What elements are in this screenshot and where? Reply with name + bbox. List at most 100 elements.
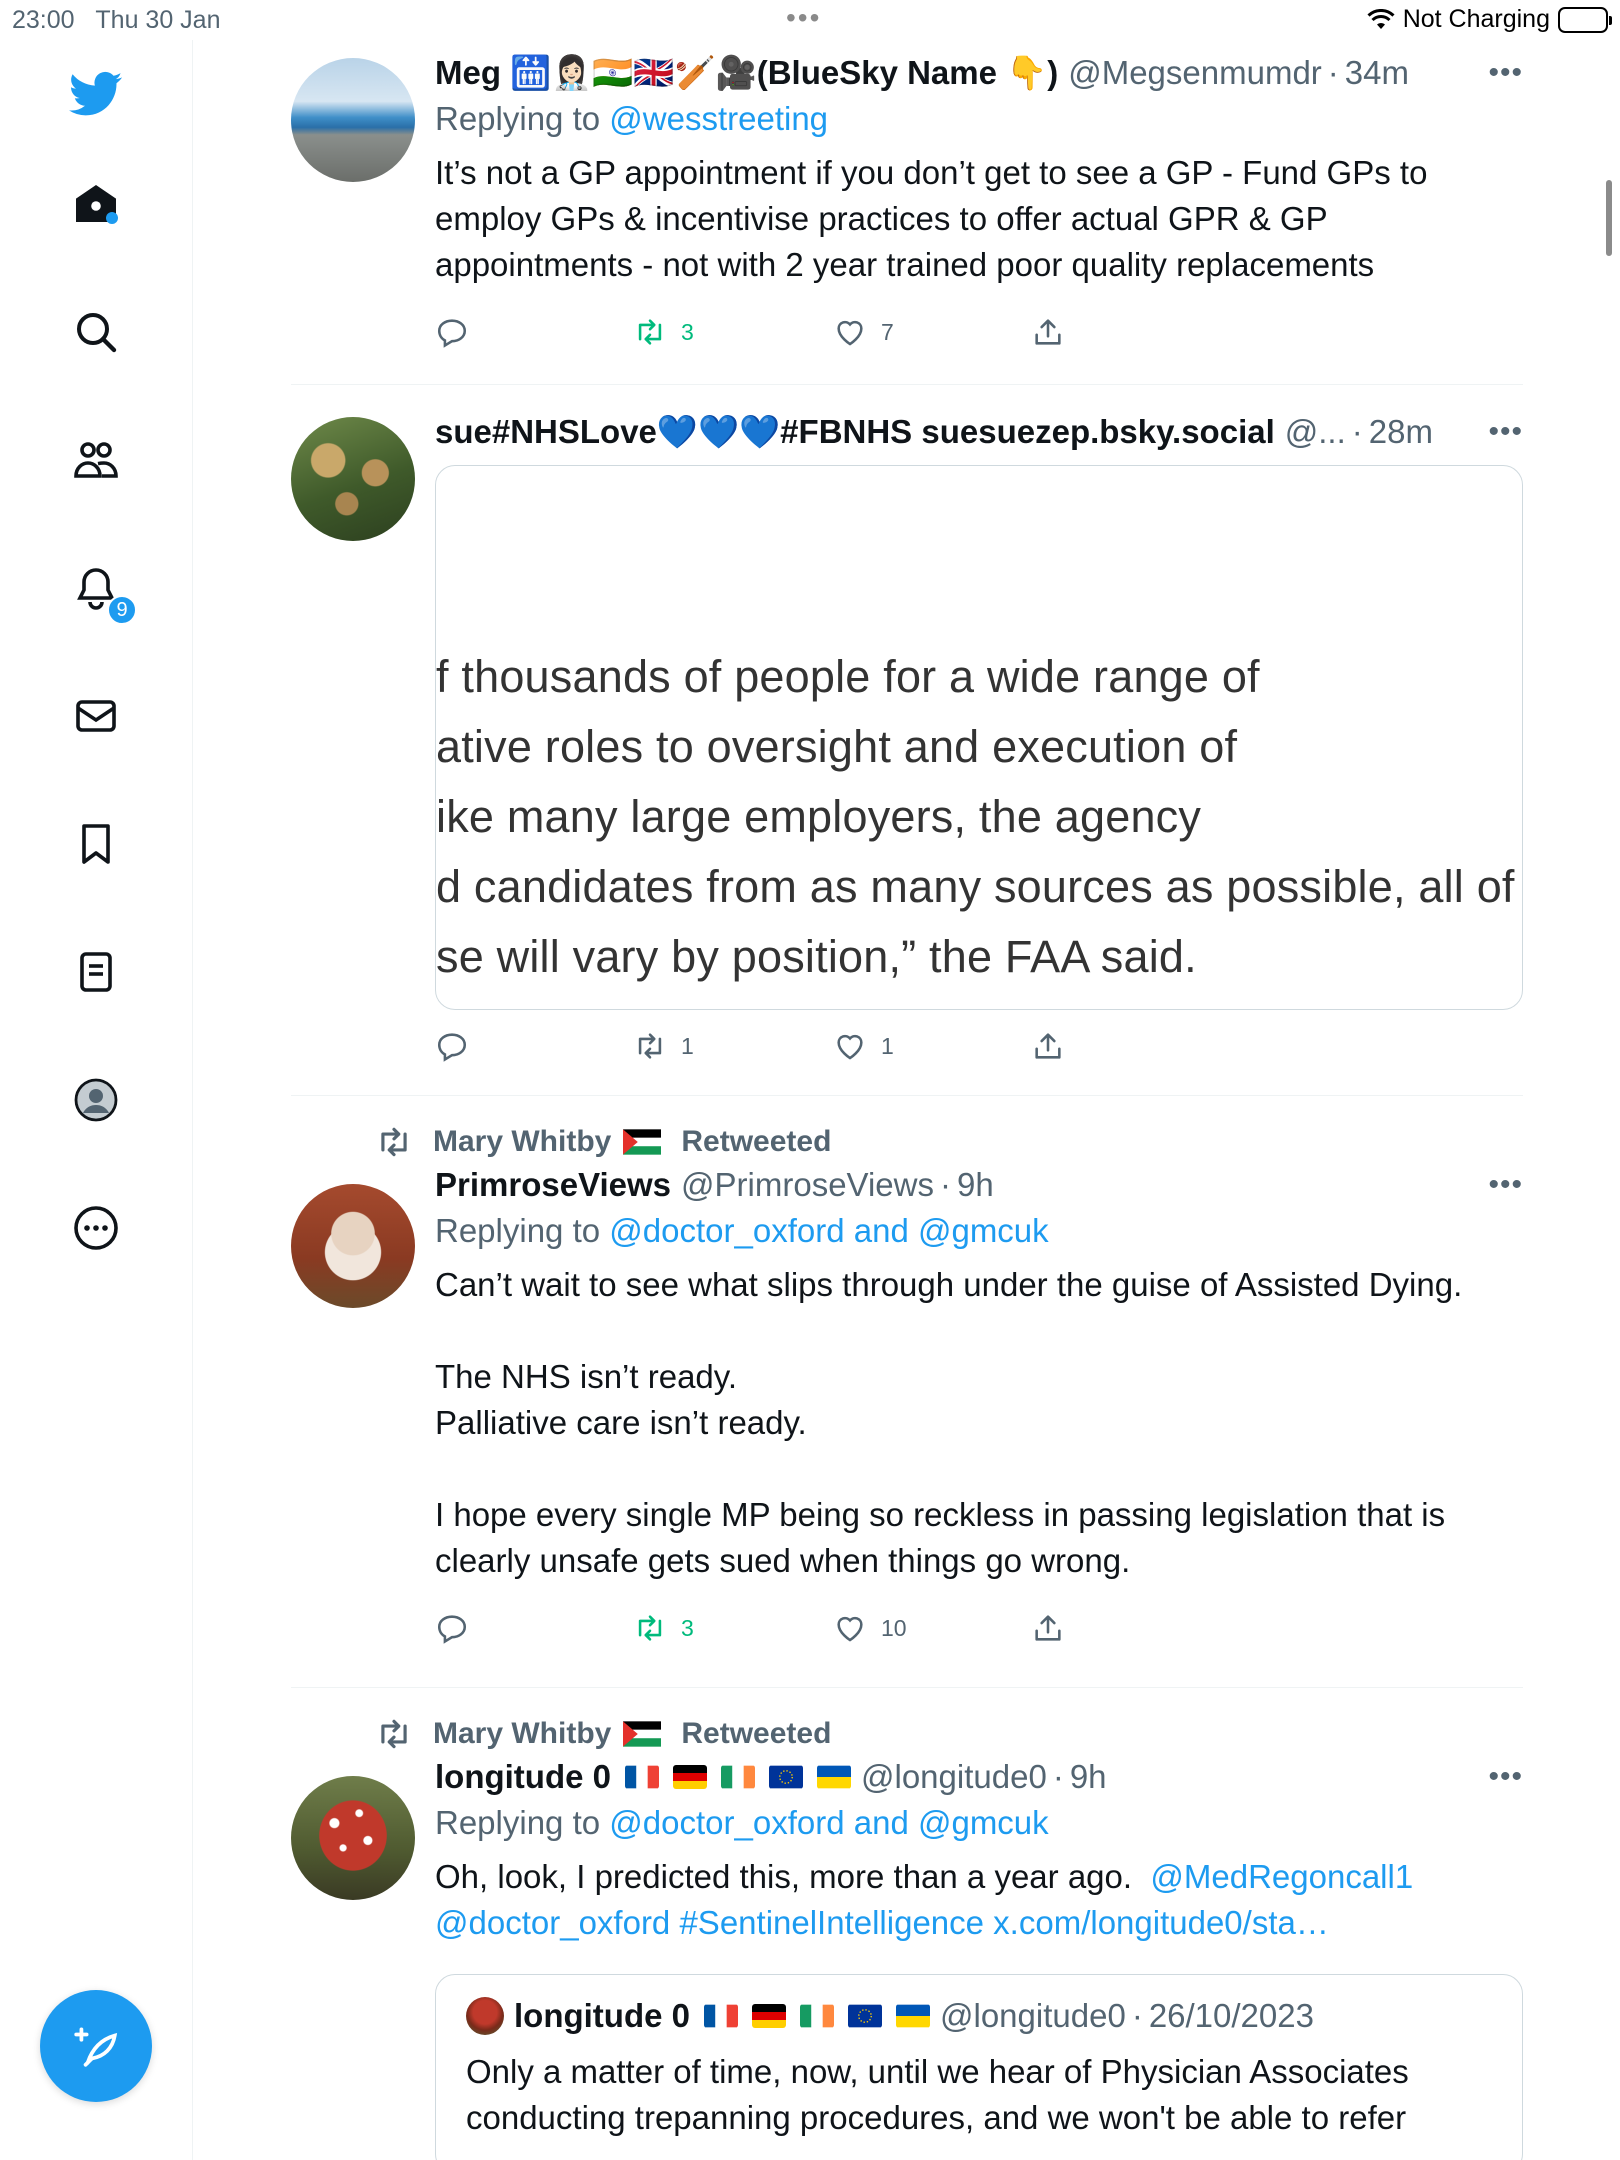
wifi-icon (1367, 8, 1395, 29)
retweet-icon (638, 1615, 662, 1641)
communities-icon[interactable] (66, 430, 126, 490)
tweet-image[interactable]: f thousands of people for a wide range o… (435, 465, 1523, 1010)
tweet-header: longitude 0 @longitude0 · 9h ••• (435, 1758, 1523, 1796)
messages-icon[interactable] (66, 686, 126, 746)
twitter-logo-icon[interactable] (66, 64, 126, 124)
like-count: 10 (881, 1614, 907, 1641)
tweet-time[interactable]: 9h (1070, 1758, 1107, 1796)
retweeted-by: Mary Whitby Retweeted (375, 1122, 1523, 1162)
tweet-more-menu[interactable]: ••• (1488, 1760, 1523, 1794)
quoted-avatar (466, 1997, 504, 2035)
lists-icon[interactable] (66, 942, 126, 1002)
charging-status: Not Charging (1402, 5, 1550, 33)
retweet-button[interactable]: 1 (633, 1029, 833, 1063)
france-flag-icon (625, 1765, 659, 1789)
retweet-count: 3 (681, 318, 694, 345)
like-button[interactable]: 7 (833, 315, 1031, 349)
reply-icon (437, 319, 467, 348)
heart-icon (837, 1616, 863, 1642)
retweet-button[interactable]: 3 (633, 1611, 833, 1645)
retweet-icon (638, 1033, 662, 1059)
search-icon[interactable] (66, 302, 126, 362)
author-name[interactable]: Meg 🛗👩🏻‍⚕️🇮🇳🇬🇧🏏🎥(BlueSky Name 👇) (435, 54, 1058, 93)
share-icon (1035, 1033, 1061, 1059)
retweeter-name[interactable]: Mary Whitby (433, 1125, 611, 1159)
replying-to-link[interactable]: @wesstreeting (609, 100, 828, 137)
avatar[interactable] (291, 417, 415, 541)
retweeter-name[interactable]: Mary Whitby (433, 1717, 611, 1751)
author-name[interactable]: sue#NHSLove💙💙💙#FBNHS suesuezep.bsky.soci… (435, 413, 1275, 452)
tweet-more-menu[interactable]: ••• (1488, 415, 1523, 449)
timeline-feed: Meg 🛗👩🏻‍⚕️🇮🇳🇬🇧🏏🎥(BlueSky Name 👇) @Megsen… (291, 40, 1523, 2160)
author-name[interactable]: longitude 0 (435, 1758, 611, 1796)
share-icon (1035, 1615, 1061, 1641)
author-handle[interactable]: @PrimroseViews (681, 1166, 934, 1204)
status-time-date: 23:00 Thu 30 Jan (12, 6, 221, 34)
tweet-time[interactable]: 34m (1345, 54, 1409, 92)
tweet[interactable]: Meg 🛗👩🏻‍⚕️🇮🇳🇬🇧🏏🎥(BlueSky Name 👇) @Megsen… (291, 40, 1523, 385)
retweeted-by: Mary Whitby Retweeted (375, 1714, 1523, 1754)
share-button[interactable] (1031, 1611, 1065, 1645)
share-button[interactable] (1031, 1029, 1065, 1063)
replying-to-link[interactable]: @doctor_oxford and @gmcuk (609, 1212, 1048, 1249)
battery-icon (1558, 6, 1612, 33)
author-handle[interactable]: @... (1285, 413, 1346, 451)
tweet[interactable]: Mary Whitby Retweeted longitude 0 @longi… (291, 1688, 1523, 2160)
share-button[interactable] (1031, 315, 1065, 349)
retweet-icon (381, 1127, 407, 1157)
reply-button[interactable] (435, 1029, 633, 1063)
status-right: Not Charging (1367, 5, 1612, 34)
avatar[interactable] (291, 1184, 415, 1308)
profile-avatar-icon[interactable] (66, 1070, 126, 1130)
tweet-more-menu[interactable]: ••• (1488, 1168, 1523, 1202)
retweet-count: 1 (681, 1032, 694, 1059)
compose-feather-icon (74, 2027, 118, 2067)
reply-icon (437, 1615, 467, 1644)
home-unread-dot (106, 212, 118, 224)
mention-link[interactable]: @MedRegoncall1 (1150, 1858, 1413, 1895)
author-handle[interactable]: @longitude0 (861, 1758, 1047, 1796)
tweet-actions: 3 10 (435, 1606, 1523, 1650)
reply-button[interactable] (435, 1611, 633, 1645)
replying-to: Replying to @doctor_oxford and @gmcuk (435, 1212, 1049, 1249)
palestine-flag-icon (623, 1129, 662, 1155)
reply-icon (437, 1033, 467, 1062)
multitasking-dots[interactable]: ••• (786, 2, 821, 34)
compose-tweet-button[interactable] (40, 1990, 152, 2102)
notifications-badge: 9 (107, 595, 137, 625)
quoted-author-name: longitude 0 (514, 1997, 690, 2034)
replying-to-link[interactable]: @doctor_oxford and @gmcuk (609, 1804, 1048, 1841)
quoted-tweet-header: longitude 0 @longitude0 · 26/10/2023 (466, 1997, 1492, 2035)
tweet-links[interactable]: @doctor_oxford #SentinelIntelligence x.c… (435, 1904, 1329, 1941)
reply-button[interactable] (435, 315, 633, 349)
tweet-time[interactable]: 9h (957, 1166, 994, 1204)
more-options-icon[interactable] (66, 1198, 126, 1258)
quoted-tweet-date: 26/10/2023 (1148, 1997, 1314, 2034)
scroll-indicator[interactable] (1606, 180, 1612, 256)
tweet[interactable]: sue#NHSLove💙💙💙#FBNHS suesuezep.bsky.soci… (291, 385, 1523, 1096)
retweet-icon (381, 1719, 407, 1749)
avatar[interactable] (291, 1776, 415, 1900)
avatar[interactable] (291, 58, 415, 182)
tweet-more-menu[interactable]: ••• (1488, 56, 1523, 90)
retweet-button[interactable]: 3 (633, 315, 833, 349)
status-bar: 23:00 Thu 30 Jan ••• Not Charging (0, 0, 1620, 40)
tweet-header: PrimroseViews @PrimroseViews · 9h ••• (435, 1166, 1523, 1204)
quoted-tweet[interactable]: longitude 0 @longitude0 · 26/10/2023 Onl… (435, 1974, 1523, 2160)
ireland-flag-icon (721, 1765, 755, 1789)
author-name[interactable]: PrimroseViews (435, 1166, 671, 1204)
tweet-time[interactable]: 28m (1369, 413, 1433, 451)
bookmarks-icon[interactable] (66, 814, 126, 874)
retweet-count: 3 (681, 1614, 694, 1641)
heart-icon (837, 320, 863, 346)
retweet-icon (638, 319, 662, 345)
home-icon[interactable] (66, 174, 126, 234)
heart-icon (837, 1034, 863, 1060)
tweet[interactable]: Mary Whitby Retweeted PrimroseViews @Pri… (291, 1096, 1523, 1688)
image-text-line: ike many large employers, the agency (436, 791, 1202, 842)
like-button[interactable]: 1 (833, 1029, 1031, 1063)
eu-flag-icon (848, 2004, 882, 2028)
like-button[interactable]: 10 (833, 1611, 1031, 1645)
tweet-header: sue#NHSLove💙💙💙#FBNHS suesuezep.bsky.soci… (435, 412, 1523, 452)
author-handle[interactable]: @Megsenmumdr (1068, 54, 1322, 92)
